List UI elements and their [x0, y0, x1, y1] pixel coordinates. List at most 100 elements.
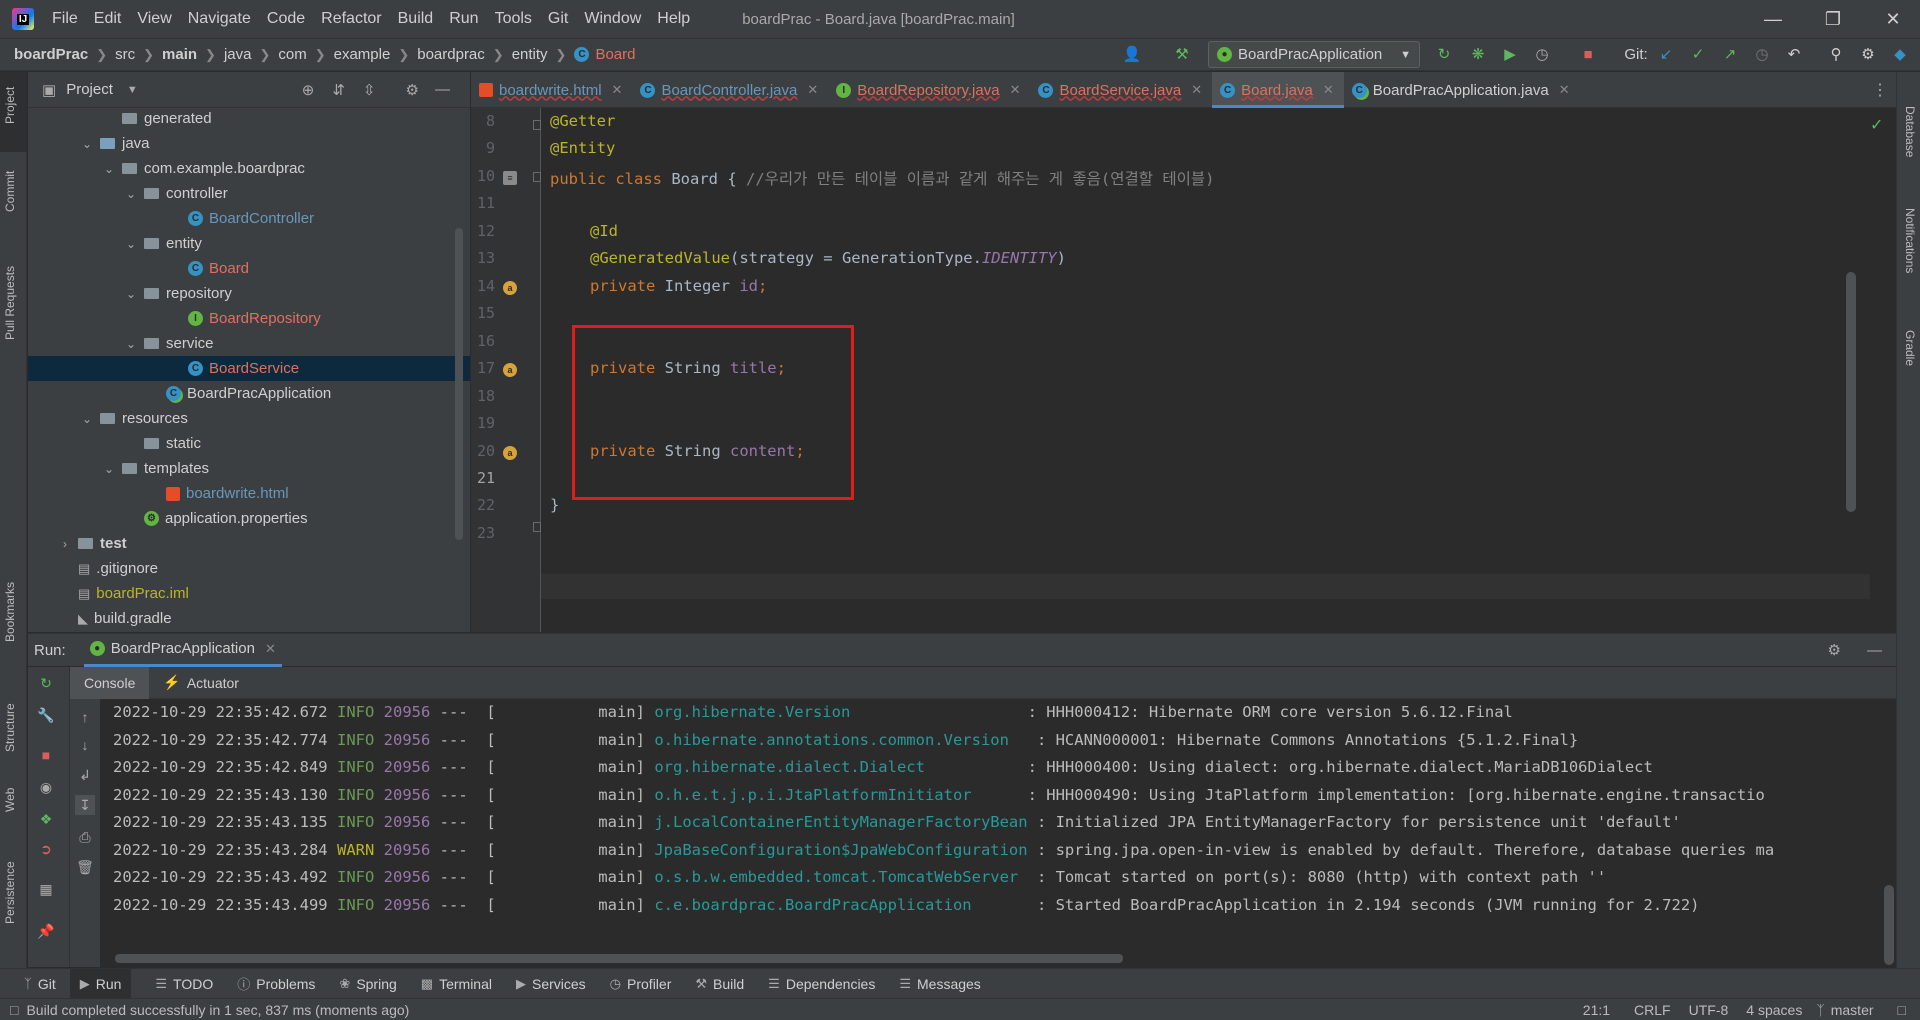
status-square-icon[interactable]: □ — [10, 1002, 18, 1018]
tree-item[interactable]: boardwrite.html — [28, 481, 470, 506]
editor-tab[interactable]: C Board.java ✕ — [1212, 72, 1344, 108]
wrench-icon[interactable]: 🔧 — [36, 705, 56, 725]
expand-all-icon[interactable]: ⇵ — [332, 81, 345, 99]
crumb-com[interactable]: com — [278, 46, 306, 63]
options-gear-icon[interactable]: ⚙ — [406, 81, 419, 99]
tree-item[interactable]: ⌄ service — [28, 331, 470, 356]
tool-tab-notifications[interactable]: Notifications — [1903, 208, 1917, 273]
crumb-project[interactable]: boardPrac — [14, 46, 88, 63]
bean-marker-icon[interactable]: a — [503, 281, 517, 295]
search-icon[interactable]: ⚲ — [1826, 45, 1846, 65]
editor-tab[interactable]: boardwrite.html ✕ — [471, 72, 632, 108]
tree-item[interactable]: ⌄ java — [28, 131, 470, 156]
close-tab-icon[interactable]: ✕ — [1559, 82, 1570, 98]
layout-icon[interactable]: ▦ — [36, 879, 56, 899]
tool-services[interactable]: ▶ Services — [516, 969, 586, 999]
tree-item[interactable]: ⌄ repository — [28, 281, 470, 306]
field-marker-icon[interactable]: a — [503, 446, 517, 460]
menu-tools[interactable]: Tools — [495, 10, 532, 28]
editor-tab[interactable]: C BoardService.java ✕ — [1030, 72, 1212, 108]
close-tab-icon[interactable]: ✕ — [1010, 82, 1021, 98]
scroll-to-end-icon[interactable]: ↧ — [75, 795, 95, 815]
tree-item[interactable]: C Board — [28, 256, 470, 281]
settings-gear-icon[interactable]: ⚙ — [1858, 45, 1878, 65]
tool-messages[interactable]: ☰ Messages — [899, 969, 980, 999]
menu-build[interactable]: Build — [398, 10, 434, 28]
tree-item[interactable]: ▤ boardPrac.iml — [28, 581, 470, 606]
menu-refactor[interactable]: Refactor — [321, 10, 381, 28]
chevron-down-icon[interactable]: ⌄ — [80, 137, 94, 151]
exit-icon[interactable]: ➲ — [36, 839, 56, 859]
git-push-icon[interactable]: ↗ — [1720, 45, 1740, 65]
crumb-main[interactable]: main — [162, 46, 197, 63]
tree-item[interactable]: C BoardPracApplication — [28, 381, 470, 406]
crumb-example[interactable]: example — [334, 46, 391, 63]
close-tab-icon[interactable]: ✕ — [612, 82, 623, 98]
tool-terminal[interactable]: ▩ Terminal — [421, 969, 492, 999]
restore-layout-icon[interactable]: ❖ — [36, 809, 56, 829]
tab-console[interactable]: Console — [70, 666, 150, 699]
tool-tab-pull-requests[interactable]: Pull Requests — [3, 266, 17, 340]
project-panel-title[interactable]: Project — [66, 81, 113, 98]
coverage-icon[interactable]: ▶ — [1500, 45, 1520, 65]
tool-tab-gradle[interactable]: Gradle — [1903, 330, 1917, 366]
tab-actuator[interactable]: ⚡ Actuator — [149, 667, 253, 699]
account-icon[interactable]: 👤 — [1122, 45, 1142, 65]
tree-item[interactable]: ⌄ com.example.boardprac — [28, 156, 470, 181]
caret-position[interactable]: 21:1 — [1583, 1002, 1610, 1018]
tool-tab-bookmarks[interactable]: Bookmarks — [3, 582, 17, 642]
rollback-icon[interactable]: ↶ — [1784, 45, 1804, 65]
hide-panel-icon[interactable]: — — [435, 81, 450, 98]
fold-icon[interactable] — [533, 522, 541, 532]
chevron-down-icon[interactable]: ⌄ — [102, 162, 116, 176]
locate-file-icon[interactable]: ⊕ — [302, 81, 315, 99]
crumb-boardprac[interactable]: boardprac — [417, 46, 485, 63]
pin-icon[interactable]: 📌 — [36, 921, 56, 941]
jetbrains-toolbox-icon[interactable]: ◆ — [1890, 45, 1910, 65]
editor-tab[interactable]: C BoardController.java ✕ — [632, 72, 828, 108]
tool-tab-commit[interactable]: Commit — [3, 171, 17, 212]
crumb-entity[interactable]: entity — [512, 46, 548, 63]
close-tab-icon[interactable]: ✕ — [807, 82, 818, 98]
close-tab-icon[interactable]: ✕ — [265, 641, 276, 657]
tree-item[interactable]: ⌄ controller — [28, 181, 470, 206]
tree-item[interactable]: ▤ .gitignore — [28, 556, 470, 581]
tool-build[interactable]: ⚒ Build — [695, 969, 744, 999]
print-icon[interactable]: ⎙ — [75, 827, 95, 847]
close-tab-icon[interactable]: ✕ — [1191, 82, 1202, 98]
indent-setting[interactable]: 4 spaces — [1746, 1002, 1802, 1018]
tool-git[interactable]: ᛉ Git — [24, 969, 56, 999]
no-problems-check-icon[interactable]: ✓ — [1870, 115, 1883, 135]
field-marker-icon[interactable]: a — [503, 363, 517, 377]
camera-icon[interactable]: ◉ — [36, 777, 56, 797]
menu-run[interactable]: Run — [449, 10, 478, 28]
editor-tab[interactable]: C BoardPracApplication.java ✕ — [1344, 72, 1580, 108]
profile-icon[interactable]: ◷ — [1532, 45, 1552, 65]
stop-icon[interactable]: ■ — [36, 745, 56, 765]
menu-view[interactable]: View — [137, 10, 171, 28]
tool-todo[interactable]: ☰ TODO — [155, 969, 213, 999]
menu-help[interactable]: Help — [657, 10, 690, 28]
more-tabs-icon[interactable]: ⋮ — [1872, 80, 1888, 100]
fold-icon[interactable] — [533, 172, 541, 182]
tool-tab-project[interactable]: Project — [3, 87, 17, 124]
history-icon[interactable]: ◷ — [1752, 45, 1772, 65]
line-separator[interactable]: CRLF — [1634, 1002, 1671, 1018]
minimize-icon[interactable]: — — [1760, 6, 1786, 32]
tree-item[interactable]: ⚙ application.properties — [28, 506, 470, 531]
tree-item[interactable]: static — [28, 431, 470, 456]
chevron-right-icon[interactable]: › — [58, 537, 72, 551]
rerun-icon[interactable]: ↻ — [1434, 45, 1454, 65]
tree-item[interactable]: ⌄ resources — [28, 406, 470, 431]
menu-navigate[interactable]: Navigate — [188, 10, 251, 28]
chevron-down-icon[interactable]: ⌄ — [80, 412, 94, 426]
tree-item[interactable]: generated — [28, 108, 470, 131]
tool-tab-persistence[interactable]: Persistence — [3, 861, 17, 924]
status-message[interactable]: Build completed successfully in 1 sec, 8… — [26, 1002, 409, 1018]
debug-icon[interactable]: ❋ — [1468, 45, 1488, 65]
tree-item[interactable]: › test — [28, 531, 470, 556]
tree-item[interactable]: ⌄ templates — [28, 456, 470, 481]
close-icon[interactable]: ✕ — [1880, 6, 1906, 32]
collapse-all-icon[interactable]: ⇳ — [363, 81, 376, 99]
git-commit-icon[interactable]: ✓ — [1688, 45, 1708, 65]
